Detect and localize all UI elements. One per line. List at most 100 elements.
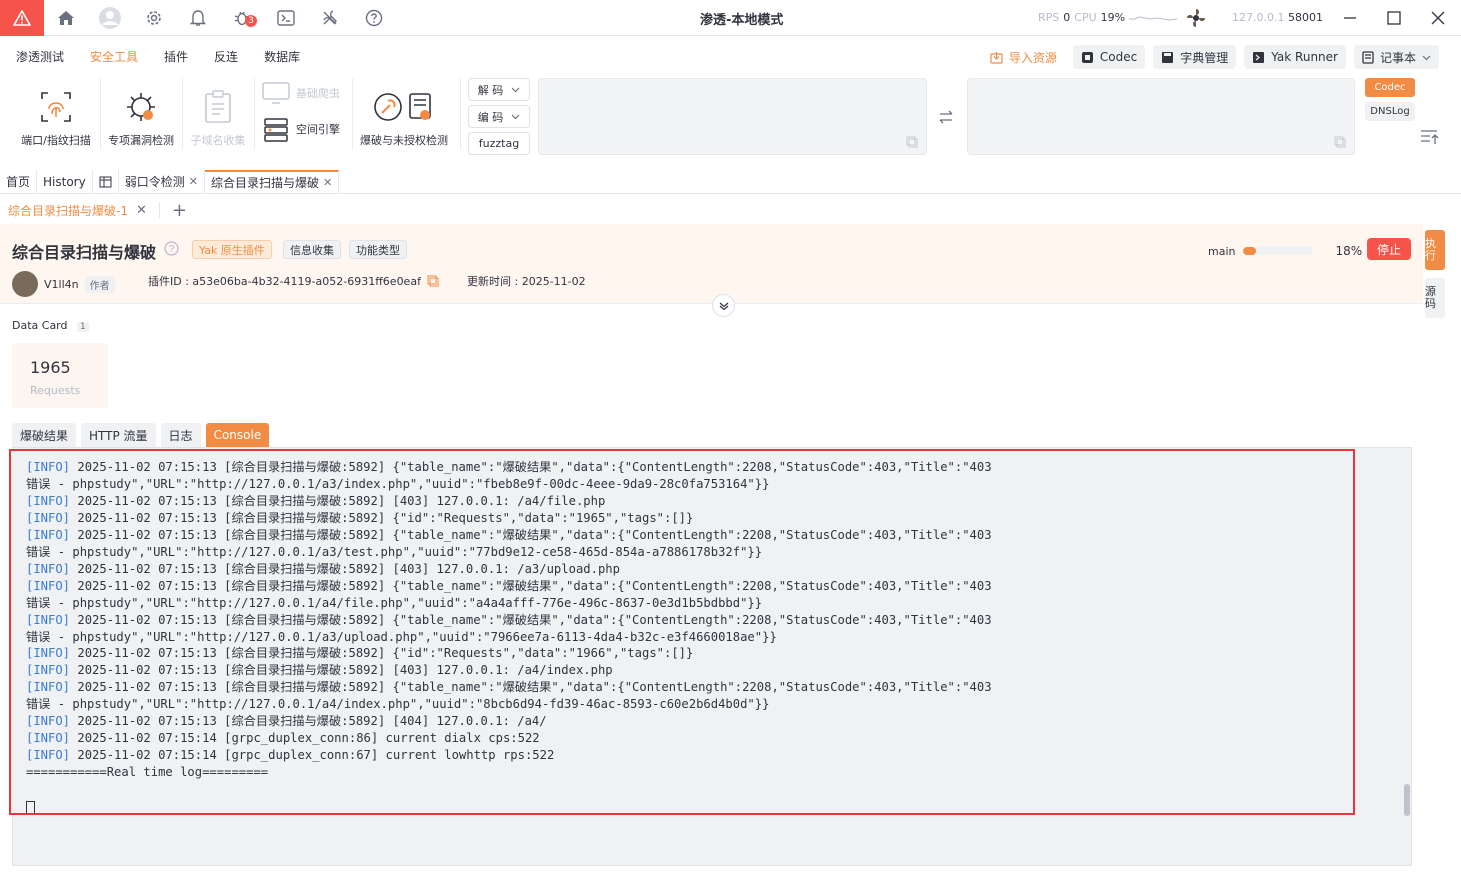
- side-tab-source[interactable]: 源码: [1425, 278, 1445, 318]
- menu-reverse[interactable]: 反连: [214, 48, 238, 65]
- help-icon[interactable]: [352, 0, 396, 36]
- bug-icon[interactable]: 3: [220, 0, 264, 36]
- save-icon: [1162, 51, 1174, 63]
- console-line: [INFO] 2025-11-02 07:15:14 [grpc_duplex_…: [26, 731, 540, 746]
- title-bar: 3 渗透-本地模式 RPS 0 CPU 19% 127.0.0.1 58001: [0, 0, 1461, 36]
- codec-button[interactable]: Codec: [1072, 45, 1146, 69]
- user-avatar-icon[interactable]: [88, 0, 132, 36]
- expand-chevron-icon[interactable]: [712, 294, 735, 317]
- plugin-title: 综合目录扫描与爆破: [12, 243, 157, 262]
- copy-icon[interactable]: [427, 275, 439, 287]
- close-window-button[interactable]: [1416, 0, 1460, 36]
- subdomain-tool[interactable]: 子域名收集: [186, 88, 250, 148]
- console-line: 错误 - phpstudy","URL":"http://127.0.0.1/a…: [26, 595, 763, 610]
- engine-icon[interactable]: [1186, 8, 1206, 31]
- tab-dir-scan[interactable]: 综合目录扫描与爆破 ✕: [204, 170, 340, 193]
- tab-logs[interactable]: 日志: [160, 423, 201, 447]
- divider: [100, 78, 101, 150]
- progress-label: main: [1208, 244, 1236, 258]
- log-level: [INFO]: [26, 527, 71, 542]
- console-cursor: [26, 801, 35, 813]
- swap-arrows-icon[interactable]: [938, 109, 954, 128]
- copy-icon[interactable]: [1334, 136, 1346, 148]
- menu-plugins[interactable]: 插件: [164, 48, 188, 65]
- tab-home[interactable]: 首页: [0, 170, 38, 193]
- notification-badge: 3: [245, 14, 257, 27]
- tag-info-gathering: 信息收集: [283, 240, 341, 259]
- tab-home-label: 首页: [6, 175, 31, 189]
- console-line: 错误 - phpstudy","URL":"http://127.0.0.1/a…: [26, 476, 770, 491]
- cpu-label: CPU: [1074, 11, 1097, 24]
- home-icon[interactable]: [44, 0, 88, 36]
- help-icon[interactable]: ?: [164, 241, 179, 259]
- subtab-dir-scan-1[interactable]: 综合目录扫描与爆破-1: [8, 202, 128, 219]
- brute-unauth-tool[interactable]: 爆破与未授权检测: [358, 88, 450, 148]
- stop-button[interactable]: 停止: [1367, 238, 1411, 260]
- crawler-tool[interactable]: 基础爬虫: [262, 82, 340, 104]
- copy-icon[interactable]: [906, 136, 918, 148]
- decode-select[interactable]: 解 码: [468, 78, 530, 101]
- close-icon[interactable]: ✕: [323, 176, 332, 189]
- warning-icon[interactable]: [0, 0, 44, 36]
- progress-fill: [1243, 247, 1257, 255]
- collapse-menu-icon[interactable]: [1420, 128, 1440, 149]
- import-resources-button[interactable]: 导入资源: [982, 45, 1065, 69]
- add-tab-icon[interactable]: +: [172, 200, 187, 221]
- menu-security-tools[interactable]: 安全工具: [90, 48, 138, 65]
- console-output[interactable]: [INFO] 2025-11-02 07:15:13 [综合目录扫描与爆破:58…: [9, 449, 1355, 815]
- bell-icon[interactable]: [176, 0, 220, 36]
- plugin-id: 插件ID : a53e06ba-4b32-4119-a052-6931ff6e0…: [148, 273, 439, 289]
- divider: [182, 78, 183, 150]
- window-title: 渗透-本地模式: [700, 13, 784, 28]
- console-line: [INFO] 2025-11-02 07:15:13 [综合目录扫描与爆破:58…: [26, 680, 992, 695]
- tab-history[interactable]: History: [37, 170, 93, 193]
- tab-history-label: History: [43, 174, 86, 189]
- close-icon[interactable]: ✕: [136, 203, 147, 218]
- port-fingerprint-scan-tool[interactable]: 端口/指纹扫描: [18, 88, 94, 148]
- log-level: [INFO]: [26, 714, 71, 729]
- console-line: 错误 - phpstudy","URL":"http://127.0.0.1/a…: [26, 629, 777, 644]
- fuzztag-button[interactable]: fuzztag: [468, 132, 530, 155]
- tab-weak-password[interactable]: 弱口令检测 ✕: [119, 170, 205, 193]
- notebook-label: 记事本: [1379, 50, 1416, 65]
- clipboard-icon: [199, 88, 237, 126]
- close-icon[interactable]: ✕: [189, 175, 198, 188]
- tab-console[interactable]: Console: [205, 423, 270, 447]
- console-log: [INFO] 2025-11-02 07:15:13 [综合目录扫描与爆破:58…: [26, 459, 992, 781]
- tools-icon[interactable]: [308, 0, 352, 36]
- divider: [352, 78, 353, 150]
- console-line: [INFO] 2025-11-02 07:15:13 [综合目录扫描与爆破:58…: [26, 646, 694, 661]
- terminal-icon[interactable]: [264, 0, 308, 36]
- data-card-label: Data Card: [12, 319, 68, 332]
- table-icon: [99, 176, 112, 187]
- yak-runner-button[interactable]: Yak Runner: [1244, 45, 1346, 69]
- menu-pentest[interactable]: 渗透测试: [16, 48, 64, 65]
- dnslog-side-button[interactable]: DNSLog: [1365, 102, 1415, 121]
- encode-select[interactable]: 编 码: [468, 105, 530, 128]
- import-icon: [990, 51, 1003, 64]
- subtab-divider: [158, 202, 160, 218]
- tab-http-traffic[interactable]: HTTP 流量: [81, 423, 156, 447]
- codec-output-box[interactable]: [967, 78, 1355, 155]
- codec-input-box[interactable]: [538, 78, 927, 155]
- tab-table[interactable]: [93, 170, 119, 193]
- side-tab-execute[interactable]: 执行: [1425, 230, 1445, 270]
- minimize-button[interactable]: [1328, 0, 1372, 36]
- notebook-button[interactable]: 记事本: [1353, 45, 1439, 69]
- monitor-icon: [262, 82, 290, 104]
- dictionary-button[interactable]: 字典管理: [1153, 45, 1237, 69]
- console-scrollbar[interactable]: [1404, 784, 1410, 816]
- console-line: [INFO] 2025-11-02 07:15:13 [综合目录扫描与爆破:58…: [26, 561, 620, 576]
- crawler-label: 基础爬虫: [296, 87, 340, 100]
- settings-gear-icon[interactable]: [132, 0, 176, 36]
- rps-value: 0: [1063, 11, 1071, 24]
- menu-database[interactable]: 数据库: [264, 48, 300, 65]
- log-level: [INFO]: [26, 646, 71, 661]
- console-line: [INFO] 2025-11-02 07:15:13 [综合目录扫描与爆破:58…: [26, 510, 694, 525]
- codec-side-button[interactable]: Codec: [1365, 78, 1415, 97]
- log-level: [INFO]: [26, 578, 71, 593]
- maximize-button[interactable]: [1372, 0, 1416, 36]
- space-engine-tool[interactable]: 空间引擎: [262, 116, 340, 142]
- special-vuln-tool[interactable]: 专项漏洞检测: [105, 88, 177, 148]
- tab-brute-results[interactable]: 爆破结果: [12, 423, 77, 447]
